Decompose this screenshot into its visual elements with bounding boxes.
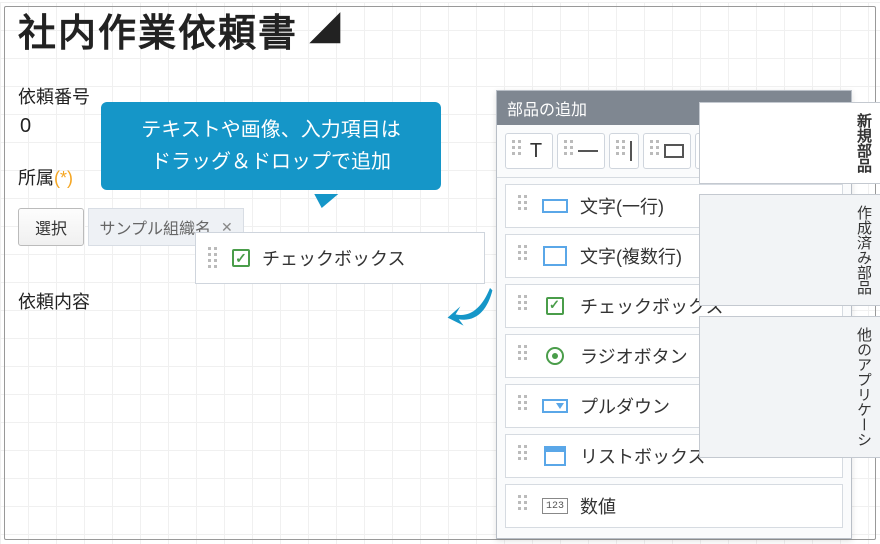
drag-handle-icon	[512, 140, 522, 162]
rect-icon	[664, 144, 684, 158]
listbox-icon	[544, 446, 566, 466]
drag-handle-icon	[564, 140, 574, 162]
hr-icon	[578, 150, 598, 152]
tool-rect[interactable]	[643, 133, 691, 169]
side-tab-new-parts[interactable]: 新規部品	[699, 102, 880, 184]
tool-text[interactable]: T	[505, 133, 553, 169]
drag-handle-icon	[518, 245, 530, 267]
dropped-checkbox-label: チェックボックス	[262, 245, 405, 271]
palette-item-label: プルダウン	[580, 393, 670, 419]
side-tab-other-apps[interactable]: 他のアプリケーシ	[699, 316, 880, 458]
pulldown-icon	[542, 399, 568, 413]
palette-item-label: ラジオボタン	[580, 343, 688, 369]
page-title-text: 社内作業依頼書	[18, 13, 298, 55]
text-icon: T	[526, 140, 546, 163]
drag-handle-icon	[518, 345, 530, 367]
hint-tooltip: テキストや画像、入力項目は ドラッグ＆ドロップで追加	[101, 102, 441, 190]
text-single-icon	[542, 199, 568, 213]
checkbox-icon	[546, 297, 564, 315]
checkbox-icon[interactable]	[232, 249, 250, 267]
palette-item-number[interactable]: 123 数値	[505, 484, 843, 528]
drag-handle-icon[interactable]	[208, 247, 220, 269]
drag-handle-icon	[518, 395, 530, 417]
resize-handle-icon[interactable]: ◢	[311, 3, 342, 48]
tooltip-line-2: ドラッグ＆ドロップで追加	[115, 146, 427, 178]
department-label-text: 所属	[18, 168, 54, 188]
page-title[interactable]: 社内作業依頼書 ◢	[18, 2, 862, 57]
text-multi-icon	[543, 246, 567, 266]
palette-title: 部品の追加	[507, 96, 587, 120]
side-tab-created-parts[interactable]: 作成済み部品	[699, 194, 880, 306]
radio-icon	[546, 347, 564, 365]
drag-handle-icon	[518, 195, 530, 217]
required-mark: (*)	[54, 168, 73, 188]
palette-item-label: 文字(複数行)	[580, 243, 682, 269]
palette-item-label: リストボックス	[580, 443, 705, 469]
drag-handle-icon	[616, 140, 626, 162]
drag-handle-icon	[650, 140, 660, 162]
side-tabs: 新規部品 作成済み部品 他のアプリケーシ	[699, 102, 880, 458]
department-select-button[interactable]: 選択	[18, 208, 84, 246]
drag-handle-icon	[518, 445, 530, 467]
tool-hr[interactable]	[557, 133, 605, 169]
tool-vr[interactable]	[609, 133, 639, 169]
palette-item-label: 数値	[580, 493, 616, 519]
palette-item-label: 文字(一行)	[580, 193, 664, 219]
vr-icon	[630, 141, 632, 161]
number-icon: 123	[542, 498, 568, 514]
tooltip-line-1: テキストや画像、入力項目は	[115, 114, 427, 146]
drag-handle-icon	[518, 495, 530, 517]
drag-arrow-icon	[446, 284, 494, 332]
dropped-checkbox-component[interactable]: チェックボックス	[195, 232, 485, 284]
drag-handle-icon	[518, 295, 530, 317]
